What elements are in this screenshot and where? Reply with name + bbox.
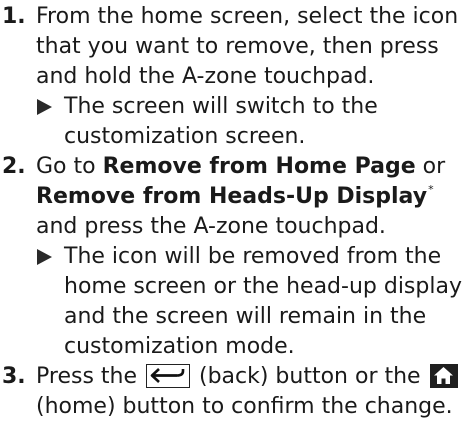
- step-2-result: The icon will be removed from the home s…: [0, 242, 475, 362]
- step-2: 2. Go to Remove from Home Page or Remove…: [0, 152, 475, 242]
- step-text-after: (home) button to confirm the change.: [36, 394, 453, 419]
- result-arrow-icon: [37, 249, 52, 265]
- step-text: From the home screen, select the icon th…: [36, 4, 459, 89]
- step-text-mid: (back) button or the: [192, 364, 428, 389]
- home-icon: [429, 364, 458, 388]
- step-3: 3. Press the (back) button or the (home)…: [0, 362, 475, 422]
- step-text-mid: or: [415, 154, 446, 179]
- step-number: 3.: [2, 364, 26, 389]
- step-1: 1. From the home screen, select the icon…: [0, 2, 475, 92]
- step-text-before: Go to: [36, 154, 103, 179]
- result-text: The icon will be removed from the home s…: [64, 244, 462, 359]
- step-number: 2.: [2, 154, 26, 179]
- step-1-result: The screen will switch to the customizat…: [0, 92, 475, 152]
- menu-option-remove-hud: Remove from Heads-Up Display: [36, 184, 428, 209]
- step-text-after: and press the A-zone touchpad.: [36, 214, 386, 239]
- footnote-mark: *: [428, 183, 434, 196]
- step-number: 1.: [2, 4, 26, 29]
- back-arrow-icon: [146, 364, 190, 388]
- step-text-before: Press the: [36, 364, 144, 389]
- result-arrow-icon: [37, 99, 52, 115]
- menu-option-remove-home: Remove from Home Page: [102, 154, 416, 179]
- result-text: The screen will switch to the customizat…: [64, 94, 378, 149]
- instruction-page: 1. From the home screen, select the icon…: [0, 0, 475, 429]
